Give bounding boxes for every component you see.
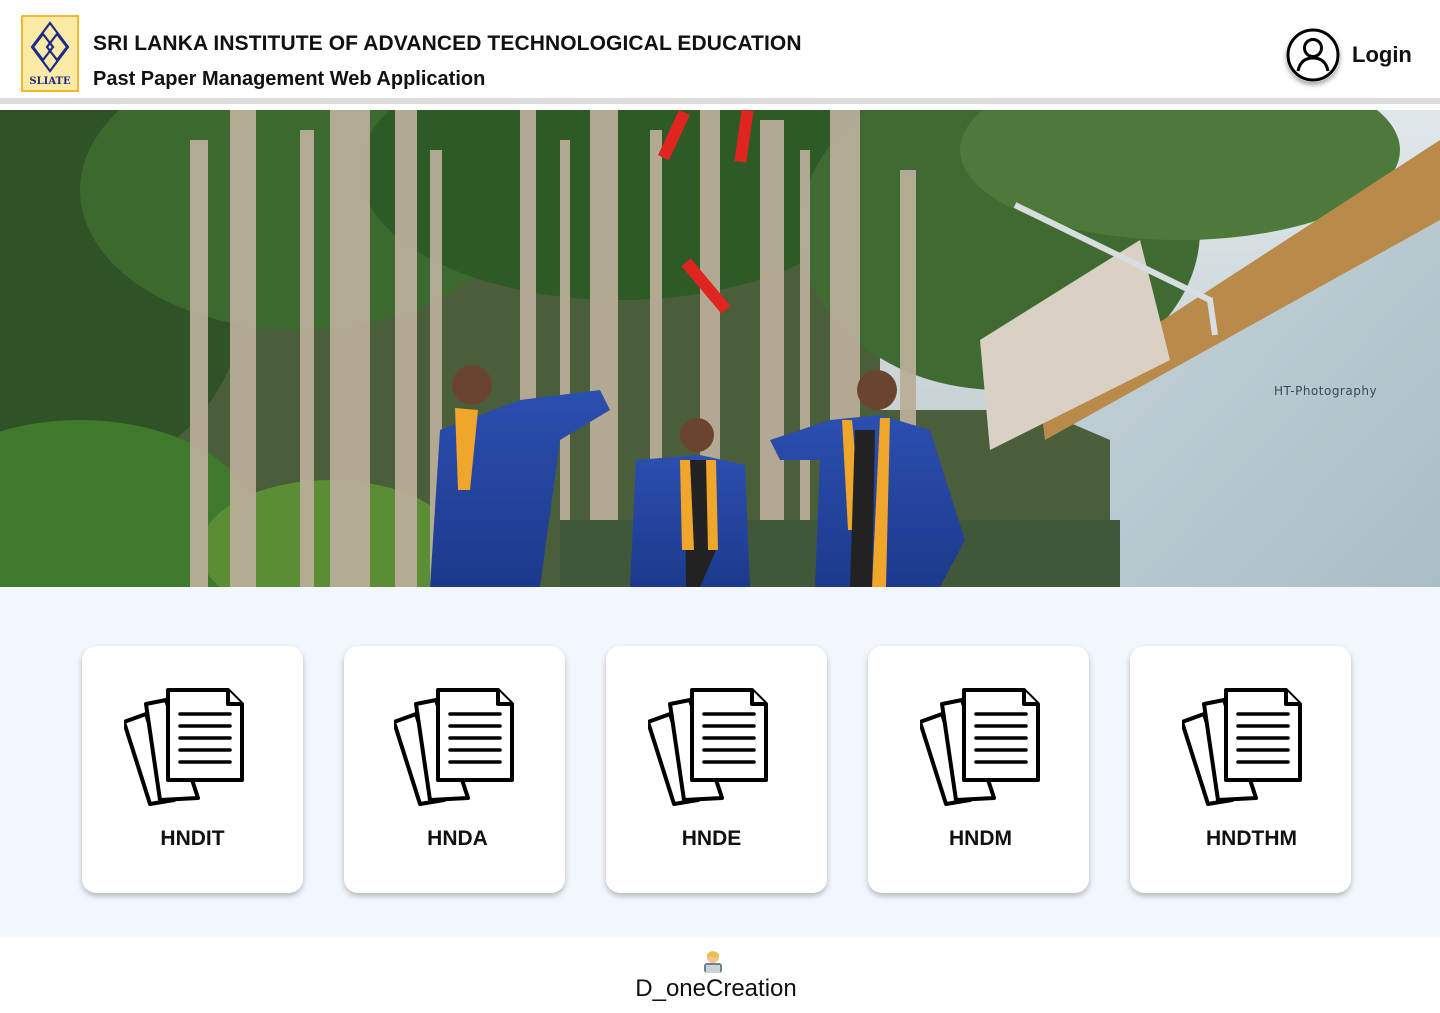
app-subtitle: Past Paper Management Web Application (93, 68, 486, 90)
program-card-hnda[interactable]: HNDA (344, 646, 565, 893)
site-footer: D_oneCreation (0, 937, 1440, 1013)
program-card-hnde[interactable]: HNDE (606, 646, 827, 893)
user-circle-icon (1286, 28, 1340, 82)
documents-icon (1182, 688, 1302, 806)
programs-section: HNDIT HNDA HNDE HNDM HNDTHM (0, 587, 1440, 937)
program-label: HNDM (949, 827, 1012, 850)
technologist-icon (704, 951, 722, 973)
logo-text: SLIATE (29, 76, 71, 87)
login-button[interactable]: Login (1286, 28, 1426, 82)
sliate-logo-mark (30, 21, 70, 73)
login-label: Login (1352, 42, 1412, 67)
graduation-photo (0, 110, 1440, 587)
program-label: HNDIT (160, 827, 225, 850)
program-label: HNDTHM (1206, 827, 1297, 850)
program-label: HNDA (427, 827, 488, 850)
program-card-hndit[interactable]: HNDIT (82, 646, 303, 893)
documents-icon (124, 688, 244, 806)
documents-icon (920, 688, 1040, 806)
sliate-logo[interactable]: SLIATE (21, 15, 79, 92)
documents-icon (394, 688, 514, 806)
hero-banner: HT-Photography (0, 110, 1440, 587)
program-card-hndthm[interactable]: HNDTHM (1130, 646, 1351, 893)
program-label: HNDE (681, 827, 742, 850)
site-header: SLIATE SRI LANKA INSTITUTE OF ADVANCED T… (0, 0, 1440, 104)
institution-title: SRI LANKA INSTITUTE OF ADVANCED TECHNOLO… (93, 32, 802, 55)
documents-icon (648, 688, 768, 806)
photo-credit: HT-Photography (1274, 384, 1378, 398)
footer-credit: D_oneCreation (635, 975, 797, 1002)
program-card-hndm[interactable]: HNDM (868, 646, 1089, 893)
